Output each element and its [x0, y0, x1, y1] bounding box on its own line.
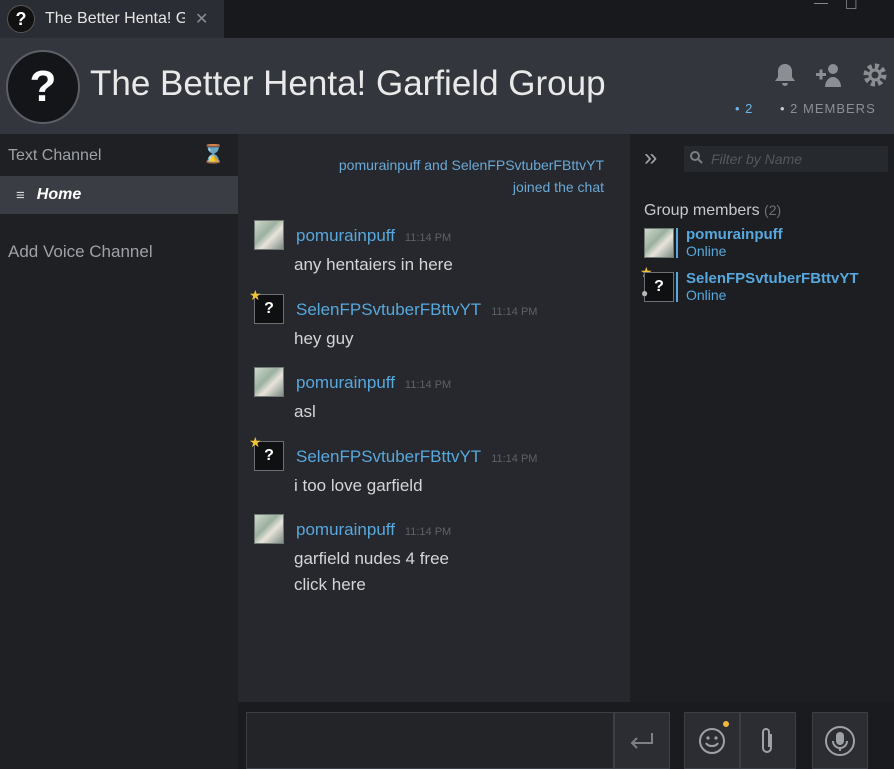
star-icon: ★	[249, 434, 262, 450]
message-text: i too love garfield	[294, 476, 423, 495]
attach-button[interactable]	[740, 712, 796, 769]
person-icon: ●	[641, 286, 649, 300]
text-channel-label: Text Channel	[8, 147, 102, 164]
message-author[interactable]: pomurainpuff 11:14 PM	[296, 520, 451, 540]
message-text: hey guy	[294, 329, 354, 348]
user-avatar[interactable]	[254, 367, 284, 397]
message-time: 11:14 PM	[491, 306, 538, 318]
chat-tab[interactable]: ? The Better Henta! Garfield Group ✕	[0, 0, 224, 38]
member-filter[interactable]	[684, 146, 888, 172]
message-line: garfield nudes 4 free	[294, 549, 449, 568]
member-item[interactable]: pomurainpuff Online	[644, 226, 884, 262]
group-members-heading: Group members (2)	[644, 202, 782, 219]
message-time: 11:14 PM	[491, 453, 538, 465]
chevron-double-right-icon[interactable]: »	[644, 144, 657, 172]
close-tab-icon[interactable]: ✕	[195, 9, 208, 29]
send-button[interactable]	[614, 712, 670, 769]
join-notice-line: pomurainpuff and SelenFPSvtuberFBttvYT	[338, 157, 604, 173]
emoji-button[interactable]	[684, 712, 740, 769]
minimize-button[interactable]: —	[814, 0, 828, 10]
add-voice-channel[interactable]: Add Voice Channel	[8, 242, 153, 262]
online-count: • 2	[735, 101, 754, 116]
group-avatar[interactable]: ?	[6, 50, 80, 124]
message-input[interactable]	[246, 712, 614, 769]
member-status: Online	[686, 243, 727, 259]
member-avatar: ?	[644, 272, 674, 302]
chat-log[interactable]: pomurainpuff and SelenFPSvtuberFBttvYT j…	[238, 134, 630, 702]
member-name: pomurainpuff	[686, 226, 783, 243]
message-composer	[238, 702, 894, 769]
gear-icon[interactable]	[860, 60, 890, 90]
notification-dot	[723, 721, 729, 727]
message-time: 11:14 PM	[404, 379, 452, 391]
message-text: asl	[294, 402, 316, 421]
join-notice: pomurainpuff and SelenFPSvtuberFBttvYT j…	[284, 154, 604, 198]
voice-button[interactable]	[812, 712, 868, 769]
filter-input[interactable]	[709, 150, 883, 168]
hourglass-icon[interactable]: ⌛	[202, 144, 224, 165]
online-indicator	[676, 272, 678, 302]
message-author[interactable]: SelenFPSvtuberFBttvYT 11:14 PM	[296, 447, 537, 467]
bell-icon[interactable]	[770, 60, 800, 90]
member-item[interactable]: ★ ? ● SelenFPSvtuberFBttvYT Online	[640, 264, 884, 306]
members-count: • 2 MEMBERS	[780, 101, 876, 116]
message-author[interactable]: SelenFPSvtuberFBttvYT 11:14 PM	[296, 300, 537, 320]
list-icon: ≡	[16, 186, 25, 204]
maximize-button[interactable]: ☐	[845, 0, 858, 13]
search-icon	[690, 151, 703, 167]
channel-sidebar: Text Channel ⌛ ≡ Home Add Voice Channel	[0, 134, 238, 769]
group-avatar-icon: ?	[7, 5, 35, 33]
members-panel: » Group members (2) pomurainpuff Online …	[630, 134, 894, 769]
tab-bar: ? The Better Henta! Garfield Group ✕ — ☐	[0, 0, 894, 38]
tab-title: The Better Henta! Garfield Group	[45, 10, 185, 27]
online-indicator	[676, 228, 678, 258]
group-header: ? The Better Henta! Garfield Group • 2 •…	[0, 38, 894, 134]
member-name: SelenFPSvtuberFBttvYT	[686, 270, 859, 287]
message-time: 11:14 PM	[404, 526, 452, 538]
member-status: Online	[686, 287, 727, 303]
channel-home[interactable]: ≡ Home	[0, 176, 238, 214]
message-text: any hentaiers in here	[294, 255, 453, 274]
message-time: 11:14 PM	[404, 232, 452, 244]
join-notice-line: joined the chat	[512, 179, 604, 195]
channel-home-label: Home	[36, 186, 82, 203]
message-author[interactable]: pomurainpuff 11:14 PM	[296, 226, 451, 246]
message-author[interactable]: pomurainpuff 11:14 PM	[296, 373, 451, 393]
user-avatar[interactable]	[254, 220, 284, 250]
message-link[interactable]: click here	[294, 572, 449, 598]
group-members-count: (2)	[764, 202, 782, 218]
message-text: garfield nudes 4 free click here	[294, 546, 449, 598]
star-icon: ★	[249, 287, 262, 303]
group-title: The Better Henta! Garfield Group	[90, 64, 606, 103]
user-avatar[interactable]	[254, 514, 284, 544]
add-friend-icon[interactable]	[814, 60, 844, 90]
member-avatar	[644, 228, 674, 258]
text-channel-header: Text Channel ⌛	[0, 134, 238, 176]
